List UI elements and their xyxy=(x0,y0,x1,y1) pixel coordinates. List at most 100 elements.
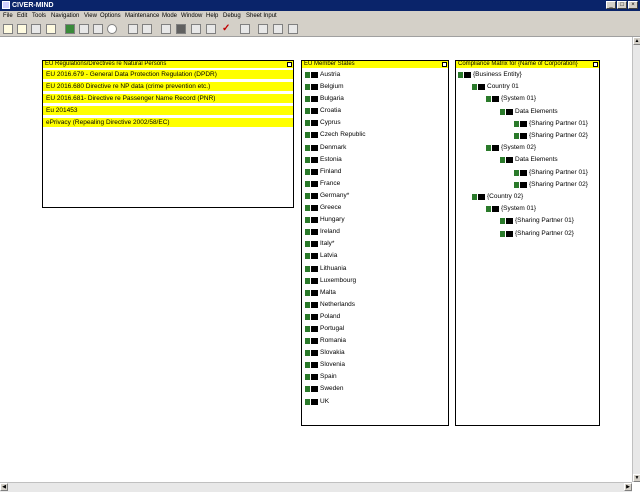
tree-node-label: {Sharing Partner 02} xyxy=(529,180,588,188)
regulations-panel[interactable]: EU Regulations/Directives re Natural Per… xyxy=(42,60,294,208)
member-state-item[interactable]: Poland xyxy=(302,311,448,323)
member-state-item[interactable]: Luxembourg xyxy=(302,275,448,287)
new-doc-icon[interactable] xyxy=(3,24,13,34)
vertical-scrollbar[interactable]: ▲ ▼ xyxy=(632,37,640,482)
member-state-item[interactable]: Italy* xyxy=(302,238,448,250)
member-state-item[interactable]: Spain xyxy=(302,371,448,383)
member-state-item[interactable]: Finland xyxy=(302,166,448,178)
pen-icon[interactable] xyxy=(128,24,138,34)
menu-mode[interactable]: Mode xyxy=(162,12,177,20)
maximize-button[interactable]: □ xyxy=(617,1,627,9)
member-state-label: Denmark xyxy=(320,143,347,151)
node-icon xyxy=(305,301,319,308)
menu-debug[interactable]: Debug xyxy=(223,12,241,20)
compliance-panel[interactable]: Compliance Matrix for {Name of Corporati… xyxy=(455,60,600,426)
menu-options[interactable]: Options xyxy=(100,12,121,20)
member-state-item[interactable]: Denmark xyxy=(302,142,448,154)
open-doc-icon[interactable] xyxy=(17,24,27,34)
tree-node-label: {Sharing Partner 01} xyxy=(515,217,574,225)
node-icon xyxy=(305,144,319,151)
member-state-item[interactable]: Sweden xyxy=(302,383,448,395)
tag-icon[interactable] xyxy=(93,24,103,34)
member-state-item[interactable]: Hungary xyxy=(302,214,448,226)
member-state-label: Lithuania xyxy=(320,264,347,272)
close-button[interactable]: × xyxy=(628,1,638,9)
menu-tools[interactable]: Tools xyxy=(32,12,46,20)
member-state-item[interactable]: Romania xyxy=(302,335,448,347)
copy-icon[interactable] xyxy=(31,24,41,34)
close-icon[interactable] xyxy=(287,62,292,67)
member-state-item[interactable]: Cyprus xyxy=(302,117,448,129)
regulation-item[interactable]: EU 2016.681- Directive re Passenger Name… xyxy=(43,94,293,103)
member-state-item[interactable]: Malta xyxy=(302,287,448,299)
menu-navigation[interactable]: Navigation xyxy=(51,12,79,20)
member-state-item[interactable]: Portugal xyxy=(302,323,448,335)
member-state-item[interactable]: France xyxy=(302,178,448,190)
export-icon[interactable] xyxy=(288,24,298,34)
tree-node-label: Data Elements xyxy=(515,156,558,164)
canvas[interactable]: EU Regulations/Directives re Natural Per… xyxy=(0,37,632,482)
scroll-left-icon[interactable]: ◀ xyxy=(0,483,8,491)
close-icon[interactable] xyxy=(593,62,598,67)
member-state-item[interactable]: UK xyxy=(302,396,448,408)
minimize-button[interactable]: _ xyxy=(606,1,616,9)
scroll-down-icon[interactable]: ▼ xyxy=(633,474,640,482)
regulation-item[interactable]: ePrivacy (Repealing Directive 2002/58/EC… xyxy=(43,118,293,127)
member-state-item[interactable]: Slovakia xyxy=(302,347,448,359)
menu-window[interactable]: Window xyxy=(181,12,202,20)
cross-tools-icon[interactable] xyxy=(273,24,283,34)
node-icon xyxy=(514,181,528,188)
puzzle-icon[interactable] xyxy=(240,24,250,34)
tree-node-label: Country 01 xyxy=(487,83,519,91)
regulation-item[interactable]: Eu 201453 xyxy=(43,106,293,115)
scroll-right-icon[interactable]: ▶ xyxy=(624,483,632,491)
page-icon[interactable] xyxy=(79,24,89,34)
check-icon[interactable]: ✓ xyxy=(222,24,232,34)
member-state-item[interactable]: Greece xyxy=(302,202,448,214)
member-state-item[interactable]: Lithuania xyxy=(302,263,448,275)
member-state-item[interactable]: Austria xyxy=(302,69,448,81)
wand-icon[interactable] xyxy=(161,24,171,34)
zoom-in-icon[interactable] xyxy=(191,24,201,34)
menu-maintenance[interactable]: Maintenance xyxy=(125,12,159,20)
menu-file[interactable]: File xyxy=(3,12,13,20)
node-icon xyxy=(305,265,319,272)
member-state-item[interactable]: Belgium xyxy=(302,81,448,93)
member-state-label: Estonia xyxy=(320,155,342,163)
member-state-item[interactable]: Germany* xyxy=(302,190,448,202)
tools-icon[interactable] xyxy=(142,24,152,34)
node-icon xyxy=(514,120,528,127)
regulation-item[interactable]: EU 2016.680 Directive re NP data (crime … xyxy=(43,82,293,91)
member-state-item[interactable]: Latvia xyxy=(302,250,448,262)
green-square-icon[interactable] xyxy=(65,24,75,34)
menu-edit[interactable]: Edit xyxy=(17,12,27,20)
member-state-item[interactable]: Croatia xyxy=(302,105,448,117)
menu-view[interactable]: View xyxy=(84,12,97,20)
member-state-label: Luxembourg xyxy=(320,276,357,284)
menu-bar: File Edit Tools Navigation View Options … xyxy=(0,11,640,21)
menu-sheet-input[interactable]: Sheet Input xyxy=(246,12,277,20)
member-state-item[interactable]: Estonia xyxy=(302,154,448,166)
horizontal-scrollbar[interactable]: ◀ ▶ xyxy=(0,482,632,492)
member-state-item[interactable]: Bulgaria xyxy=(302,93,448,105)
member-state-item[interactable]: Ireland xyxy=(302,226,448,238)
node-icon xyxy=(305,72,319,78)
regulation-item[interactable]: EU 2016.679 - General Data Protection Re… xyxy=(43,70,293,79)
zoom-out-icon[interactable] xyxy=(206,24,216,34)
node-icon xyxy=(305,217,319,224)
member-state-item[interactable]: Netherlands xyxy=(302,299,448,311)
member-state-item[interactable]: Slovenia xyxy=(302,359,448,371)
scroll-up-icon[interactable]: ▲ xyxy=(633,37,640,45)
close-icon[interactable] xyxy=(442,62,447,67)
menu-help[interactable]: Help xyxy=(206,12,218,20)
member-state-label: Romania xyxy=(320,337,347,345)
eye-icon[interactable] xyxy=(176,24,186,34)
print-icon[interactable] xyxy=(258,24,268,34)
member-state-label: Poland xyxy=(320,312,341,320)
open-folder-icon[interactable] xyxy=(46,24,56,34)
member-state-label: Austria xyxy=(320,71,341,78)
member-state-label: Ireland xyxy=(320,228,340,236)
circle-icon[interactable] xyxy=(107,24,117,34)
member-states-panel[interactable]: EU Member States Austria Belgium Bulgaria C… xyxy=(301,60,449,426)
member-state-item[interactable]: Czech Republic xyxy=(302,129,448,141)
